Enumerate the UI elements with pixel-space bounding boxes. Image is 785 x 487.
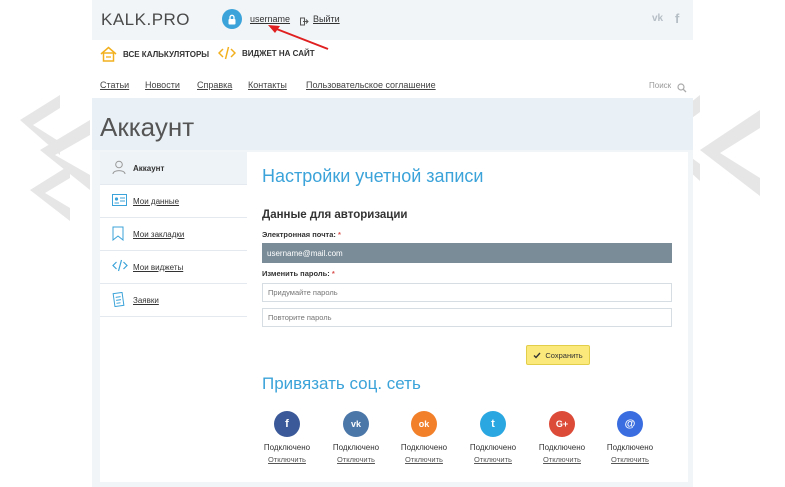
search-input[interactable]: Поиск (649, 81, 671, 90)
disconnect-link[interactable]: Отключить (461, 455, 525, 464)
sidebar-item-label: Мои закладки (133, 230, 185, 239)
document-icon (112, 292, 125, 307)
sidebar-item-label: Мои данные (133, 197, 180, 206)
disconnect-link[interactable]: Отключить (392, 455, 456, 464)
nav-item-contacts[interactable]: Контакты (248, 80, 287, 90)
required-mark: * (331, 269, 335, 278)
account-settings-panel: Настройки учетной записи Данные для авто… (247, 152, 688, 482)
save-button[interactable]: Сохранить (526, 345, 590, 365)
social-status: Подключено (469, 443, 517, 452)
user-icon (112, 160, 126, 175)
twitter-icon[interactable]: t (480, 411, 506, 437)
main-nav: Статьи Новости Справка Контакты Пользова… (92, 70, 693, 98)
nav-item-articles[interactable]: Статьи (100, 80, 129, 90)
mailru-icon[interactable]: @ (617, 411, 643, 437)
social-twitter: t Подключено Отключить (461, 411, 525, 464)
social-title: Привязать соц. сеть (262, 374, 421, 393)
sidebar-item-widgets[interactable]: Мои виджеты (100, 251, 247, 284)
required-mark: * (337, 230, 341, 239)
sidebar-item-account[interactable]: Аккаунт (100, 152, 247, 185)
id-card-icon (112, 194, 127, 206)
check-icon (533, 352, 541, 359)
sidebar-item-label: Аккаунт (133, 164, 165, 173)
sidebar-item-label: Заявки (133, 296, 159, 305)
disconnect-link[interactable]: Отключить (324, 455, 388, 464)
email-label: Электронная почта: * (262, 230, 341, 239)
social-facebook: f Подключено Отключить (255, 411, 319, 464)
facebook-icon[interactable]: f (274, 411, 300, 437)
social-status: Подключено (400, 443, 448, 452)
nav-item-help[interactable]: Справка (197, 80, 232, 90)
social-status: Подключено (263, 443, 311, 452)
page-header: Аккаунт (92, 98, 693, 150)
disconnect-link[interactable]: Отключить (598, 455, 662, 464)
odnoklassniki-icon[interactable]: ok (411, 411, 437, 437)
google-plus-icon[interactable]: G+ (549, 411, 575, 437)
social-google-plus: G+ Подключено Отключить (530, 411, 594, 464)
nav-item-news[interactable]: Новости (145, 80, 180, 90)
email-field[interactable] (262, 243, 672, 263)
bookmark-icon (112, 226, 124, 241)
social-odnoklassniki: ok Подключено Отключить (392, 411, 456, 464)
code-icon (112, 259, 128, 272)
account-sidebar: Аккаунт Мои данные Мои закладки Мои видж… (100, 152, 247, 482)
password-label: Изменить пароль: * (262, 269, 335, 278)
social-status: Подключено (538, 443, 586, 452)
sidebar-item-bookmarks[interactable]: Мои закладки (100, 218, 247, 251)
sidebar-item-my-data[interactable]: Мои данные (100, 185, 247, 218)
sidebar-item-requests[interactable]: Заявки (100, 284, 247, 317)
auth-section-title: Данные для авторизации (262, 209, 408, 221)
social-status: Подключено (332, 443, 380, 452)
disconnect-link[interactable]: Отключить (255, 455, 319, 464)
social-mailru: @ Подключено Отключить (598, 411, 662, 464)
sidebar-item-label: Мои виджеты (133, 263, 184, 272)
nav-item-agreement[interactable]: Пользовательское соглашение (306, 80, 436, 90)
page-container: KALK.PRO username Выйти vk f ВСЕ КАЛЬКУЛ… (92, 0, 693, 487)
save-button-label: Сохранить (545, 350, 583, 360)
vk-icon[interactable]: vk (343, 411, 369, 437)
new-password-field[interactable] (262, 283, 672, 302)
search-icon[interactable] (677, 80, 687, 98)
annotation-arrow (268, 25, 329, 50)
social-vk: vk Подключено Отключить (324, 411, 388, 464)
repeat-password-field[interactable] (262, 308, 672, 327)
settings-title: Настройки учетной записи (262, 166, 484, 186)
social-status: Подключено (606, 443, 654, 452)
page-title: Аккаунт (100, 112, 195, 142)
disconnect-link[interactable]: Отключить (530, 455, 594, 464)
